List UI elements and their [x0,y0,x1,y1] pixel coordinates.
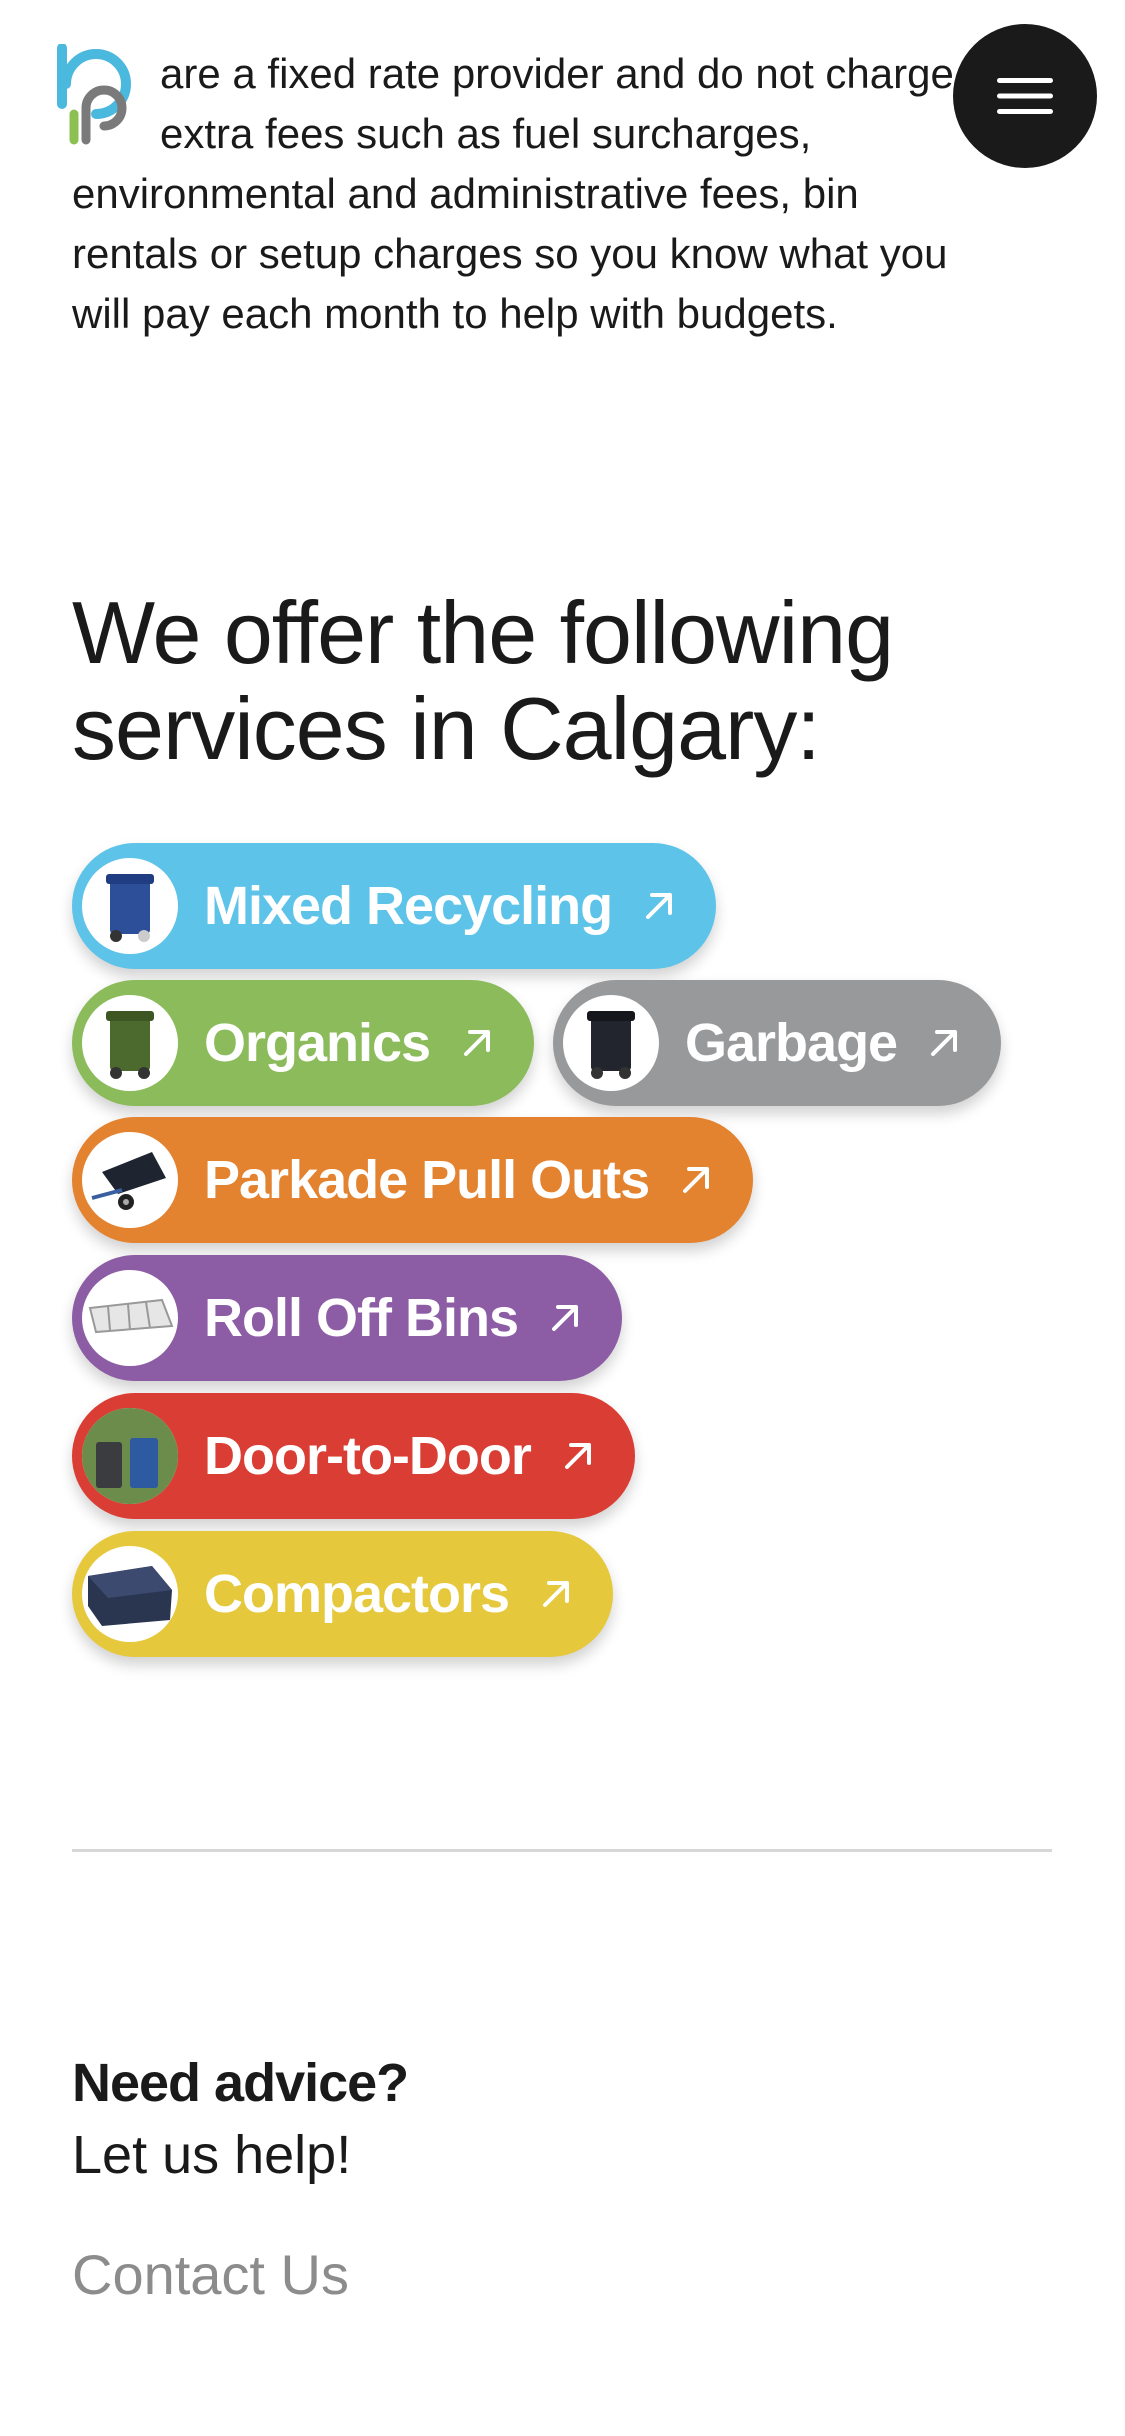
blue-recycling-cart-icon [82,858,178,954]
service-link-door-to-door[interactable]: Door-to-Door [72,1393,635,1519]
intro-line: are a fixed rate provider and do not cha… [160,50,954,97]
arrow-up-right-icon [683,1167,710,1193]
services-heading: We offer the following services in Calga… [72,585,1072,777]
black-garbage-cart-icon [563,995,659,1091]
company-logo[interactable] [56,43,146,149]
service-link-compactors[interactable]: Compactors [72,1531,614,1657]
service-link-roll-off-bins[interactable]: Roll Off Bins [72,1255,622,1381]
green-organics-cart-icon [82,995,178,1091]
curbside-carts-icon [82,1408,178,1504]
service-label: Parkade Pull Outs [204,1150,650,1210]
intro-line: will pay each month to help with budgets… [72,290,838,337]
intro-line: environmental and administrative fees, b… [72,170,859,217]
compactor-unit-icon [82,1546,178,1642]
arrow-up-right-icon [551,1305,578,1331]
service-label: Roll Off Bins [204,1288,519,1348]
arrow-up-right-icon [564,1443,591,1469]
service-label: Organics [204,1013,431,1073]
service-label: Door-to-Door [204,1426,532,1486]
service-link-organics[interactable]: Organics [72,980,535,1106]
intro-line: rentals or setup charges so you know wha… [72,230,948,277]
advice-title: Need advice? [72,2053,409,2113]
section-divider [72,1849,1052,1852]
arrow-up-right-icon [543,1581,570,1607]
arrow-up-right-icon [931,1030,958,1056]
arrow-up-right-icon [646,893,673,919]
trailer-cart-icon [82,1132,178,1228]
service-link-mixed-recycling[interactable]: Mixed Recycling [72,843,717,969]
arrow-up-right-icon [464,1030,491,1056]
services-heading-line: services in Calgary: [72,679,821,778]
hamburger-menu-icon [997,78,1053,114]
menu-button[interactable] [953,24,1097,168]
roll-off-bin-icon [82,1270,178,1366]
contact-us-link[interactable]: Contact Us [72,2240,349,2310]
advice-subtitle: Let us help! [72,2125,352,2185]
service-link-parkade-pull-outs[interactable]: Parkade Pull Outs [72,1117,754,1243]
intro-line: extra fees such as fuel surcharges, [160,110,812,157]
intro-paragraph: are a fixed rate provider and do not cha… [72,44,1072,344]
service-label: Compactors [204,1564,510,1624]
services-heading-line: We offer the following [72,583,894,682]
service-label: Garbage [685,1013,898,1073]
service-label: Mixed Recycling [204,876,613,936]
service-link-garbage[interactable]: Garbage [553,980,1002,1106]
